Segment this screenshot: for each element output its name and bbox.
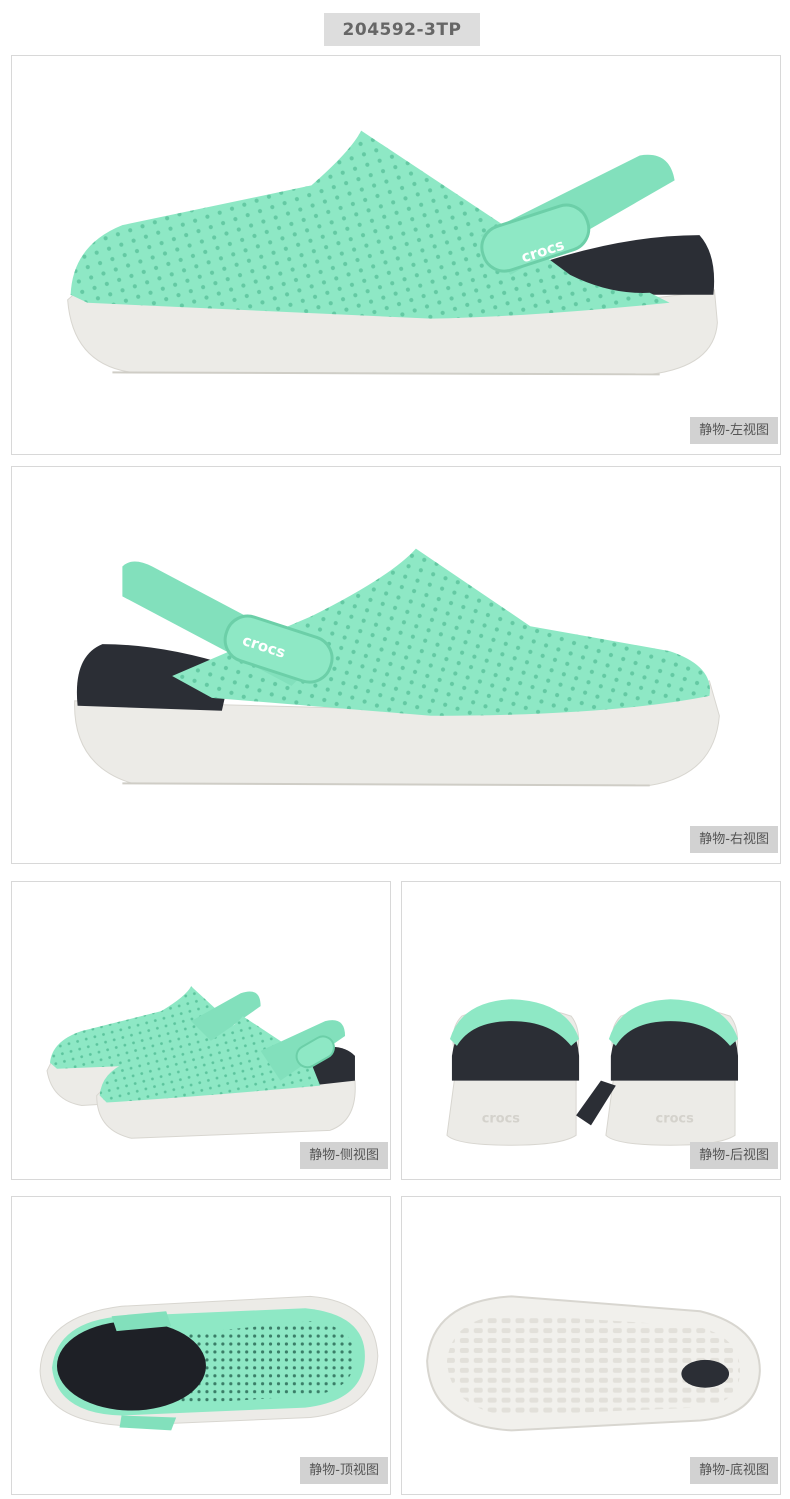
panel-back-view: crocs crocs 静物-后视图 — [401, 881, 781, 1180]
panel-right-view: crocs 静物-右视图 — [11, 466, 781, 864]
panel-left-view: crocs 静物-左视图 — [11, 55, 781, 455]
panel-top-view: 静物-顶视图 — [11, 1196, 391, 1495]
view-label-right: 静物-右视图 — [690, 826, 778, 853]
shoe-right-view-image: crocs — [74, 548, 720, 787]
panel-bottom-view: 静物-底视图 — [401, 1196, 781, 1495]
view-label-top: 静物-顶视图 — [300, 1457, 388, 1484]
view-label-side: 静物-侧视图 — [300, 1142, 388, 1169]
view-label-left: 静物-左视图 — [690, 417, 778, 444]
view-label-bottom: 静物-底视图 — [690, 1457, 778, 1484]
shoe-back-view-image: crocs crocs — [446, 999, 739, 1146]
shoe-bottom-view-image — [426, 1295, 761, 1432]
product-sku-label: 204592-3TP — [324, 13, 480, 46]
view-label-back: 静物-后视图 — [690, 1142, 778, 1169]
svg-text:crocs: crocs — [656, 1111, 695, 1126]
panel-side-view: 静物-侧视图 — [11, 881, 391, 1180]
shoe-top-view-image — [39, 1295, 379, 1431]
crocs-logo-text: crocs — [482, 1111, 521, 1126]
shoe-side-view-image — [46, 986, 356, 1139]
shoe-left-view-image: crocs — [67, 130, 718, 376]
